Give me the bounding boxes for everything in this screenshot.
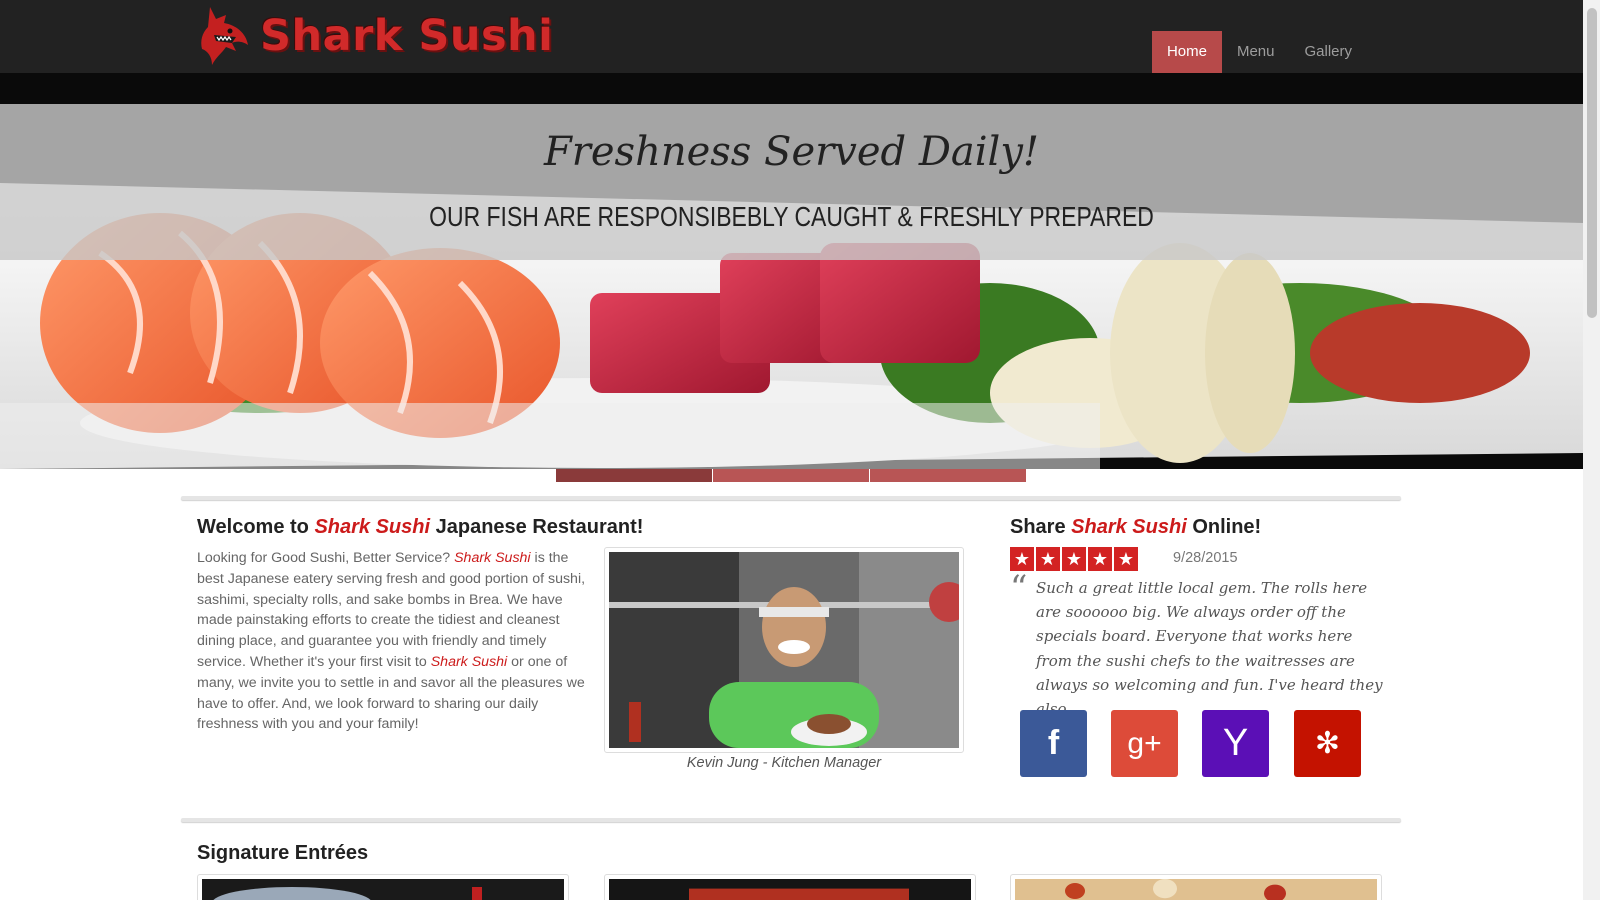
star-icon: ★ [1088, 547, 1112, 571]
hero-carousel[interactable]: Freshness Served Daily! OUR FISH ARE RES… [0, 73, 1583, 469]
hero-subtitle: OUR FISH ARE RESPONSIBEBLY CAUGHT & FRES… [429, 201, 1154, 232]
entree-image-3 [1015, 879, 1377, 900]
brand-name: Shark Sushi [260, 11, 554, 61]
star-icon: ★ [1036, 547, 1060, 571]
carousel-indicator-2[interactable] [713, 469, 869, 482]
carousel-indicators [556, 469, 1027, 482]
entree-image-1 [202, 879, 564, 900]
nav-home[interactable]: Home [1151, 31, 1222, 73]
welcome-heading-suffix: Japanese Restaurant! [430, 516, 644, 538]
scrollbar-thumb[interactable] [1587, 8, 1597, 318]
nav-gallery[interactable]: Gallery [1289, 31, 1367, 73]
welcome-heading-prefix: Welcome to [197, 516, 315, 538]
divider [181, 818, 1401, 822]
star-icon: ★ [1114, 547, 1138, 571]
top-navbar: Shark Sushi Home Menu Gallery [0, 0, 1583, 73]
facebook-button[interactable]: f [1020, 710, 1087, 777]
carousel-indicator-3[interactable] [870, 469, 1026, 482]
signature-heading: Signature Entrées [197, 842, 369, 864]
yahoo-button[interactable]: Y [1202, 710, 1269, 777]
quote-icon: “ [1010, 568, 1028, 608]
facebook-icon: f [1047, 724, 1060, 762]
chef-photo-caption: Kevin Jung - Kitchen Manager [686, 755, 882, 771]
yelp-icon: ✻ [1314, 727, 1341, 760]
main-nav: Home Menu Gallery [1151, 31, 1367, 73]
welcome-brand-2: Shark Sushi [430, 653, 508, 670]
entree-image-2 [609, 879, 971, 900]
welcome-heading-brand: Shark Sushi [314, 516, 431, 538]
yelp-button[interactable]: ✻ [1294, 710, 1361, 777]
signature-card-2[interactable] [604, 874, 976, 900]
hero-title: Freshness Served Daily! [544, 129, 1039, 175]
share-heading: Share Shark Sushi Online! [1010, 516, 1261, 539]
google-plus-button[interactable]: g+ [1111, 710, 1178, 777]
signature-card-3[interactable] [1010, 874, 1382, 900]
brand[interactable]: Shark Sushi [196, 5, 553, 67]
share-heading-brand: Shark Sushi [1071, 516, 1187, 538]
page-scrollbar[interactable] [1583, 0, 1600, 900]
divider [181, 496, 1401, 500]
share-heading-prefix: Share [1010, 516, 1072, 538]
welcome-brand-1: Shark Sushi [454, 550, 531, 566]
signature-card-1[interactable] [197, 874, 569, 900]
review-date: 9/28/2015 [1173, 550, 1238, 566]
welcome-heading: Welcome to Shark Sushi Japanese Restaura… [197, 516, 643, 539]
review-rating: ★ ★ ★ ★ ★ [1010, 547, 1140, 571]
welcome-text-2: is the best Japanese eatery serving fres… [197, 550, 586, 670]
chef-photo [609, 552, 969, 748]
shark-logo-icon [201, 7, 248, 65]
star-icon: ★ [1062, 547, 1086, 571]
chef-photo-frame [604, 547, 969, 753]
carousel-indicator-1[interactable] [556, 469, 712, 482]
yahoo-icon: Y [1222, 722, 1249, 764]
welcome-paragraph: Looking for Good Sushi, Better Service? … [197, 548, 587, 735]
nav-menu[interactable]: Menu [1222, 31, 1290, 73]
welcome-text-1: Looking for Good Sushi, Better Service? [197, 550, 455, 566]
share-heading-suffix: Online! [1186, 516, 1262, 538]
google-plus-icon: g+ [1127, 726, 1162, 760]
review-text: Such a great little local gem. The rolls… [1036, 579, 1383, 718]
hero-caption-band [0, 104, 1583, 260]
